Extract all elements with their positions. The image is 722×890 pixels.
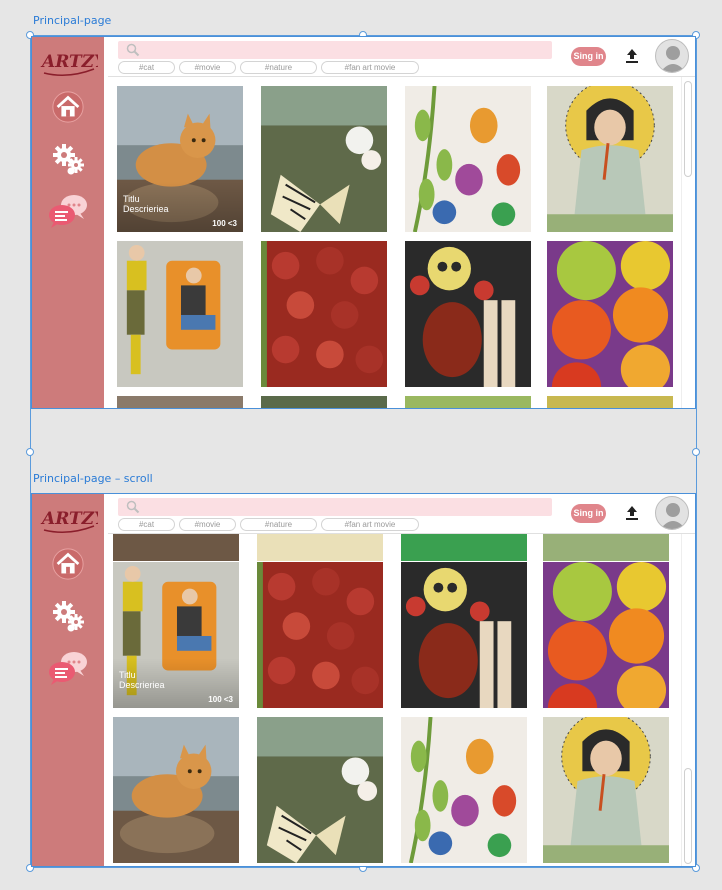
pin-tile-peek[interactable] [260, 395, 388, 408]
pin-likes: 100 <3 [212, 219, 237, 228]
nav-settings-button[interactable] [50, 598, 86, 634]
pin-grid: Titlu Descrieriea 100 <3 [112, 494, 670, 866]
tag-list: #cat #movie #nature #fan art movie [118, 61, 419, 74]
pin-tile-skeleton[interactable] [404, 240, 532, 388]
pin-tile-flowers[interactable] [256, 561, 384, 709]
selection-handle[interactable] [26, 448, 34, 456]
pin-title: Titlu [119, 670, 136, 680]
top-bar: #cat #movie #nature #fan art movie Sing … [108, 37, 695, 77]
scrollbar[interactable] [681, 534, 693, 866]
chat-icon [49, 652, 87, 685]
sidebar: ARTZY [32, 37, 108, 408]
tag-chip[interactable]: #cat [118, 61, 175, 74]
tag-list: #cat #movie #nature #fan art movie [118, 518, 419, 531]
selection-handle[interactable] [692, 448, 700, 456]
settings-gears-icon [53, 144, 84, 175]
pin-tile-girl[interactable] [542, 716, 670, 864]
scrollbar[interactable] [681, 77, 693, 408]
tag-chip[interactable]: #fan art movie [321, 518, 419, 531]
principal-page-scroll-frame: ARTZY [31, 493, 696, 867]
nav-chat-button[interactable] [46, 650, 90, 686]
search-input[interactable] [118, 498, 552, 516]
nav-home-button[interactable] [50, 89, 86, 125]
signin-button[interactable]: Sing in [571, 47, 606, 66]
pin-tile-girl[interactable] [546, 85, 674, 233]
pin-tile-flowers[interactable] [260, 240, 388, 388]
pin-grid: Titlu Descrieriea 100 <3 [116, 85, 674, 408]
nav-home-button[interactable] [50, 546, 86, 582]
avatar[interactable] [655, 39, 689, 73]
scroll-thumb[interactable] [684, 81, 692, 177]
tag-chip[interactable]: #movie [179, 518, 236, 531]
pin-tile-beetles[interactable] [400, 716, 528, 864]
pin-tile-peek[interactable] [116, 395, 244, 408]
scroll-thumb[interactable] [684, 768, 692, 864]
search-input[interactable] [118, 41, 552, 59]
pin-description: Descrieriea [123, 204, 169, 214]
upload-icon[interactable] [625, 505, 639, 521]
pin-tile-peek[interactable] [546, 395, 674, 408]
nav-settings-button[interactable] [50, 141, 86, 177]
pin-tile-citrus[interactable] [546, 240, 674, 388]
pin-title: Titlu [123, 194, 140, 204]
svg-text:ARTZY: ARTZY [40, 52, 98, 72]
avatar[interactable] [655, 496, 689, 530]
pin-tile-man-chair[interactable] [116, 240, 244, 388]
svg-text:ARTZY: ARTZY [40, 509, 98, 529]
search-icon [126, 43, 140, 57]
home-icon [52, 91, 84, 123]
nav-chat-button[interactable] [46, 193, 90, 229]
pin-tile-butterfly[interactable] [256, 716, 384, 864]
pin-tile-butterfly[interactable] [260, 85, 388, 233]
chat-icon [49, 195, 87, 228]
pin-tile-cat[interactable]: Titlu Descrieriea 100 <3 [116, 85, 244, 233]
sidebar: ARTZY [32, 494, 108, 866]
tag-chip[interactable]: #fan art movie [321, 61, 419, 74]
settings-gears-icon [53, 601, 84, 632]
artboard-label-main[interactable]: Principal-page [33, 14, 111, 27]
tag-chip[interactable]: #cat [118, 518, 175, 531]
tag-chip[interactable]: #nature [240, 518, 317, 531]
artzy-logo[interactable]: ARTZY [40, 43, 108, 81]
pin-tile-peek[interactable] [404, 395, 532, 408]
principal-page-frame: ARTZY [31, 36, 696, 409]
pin-tile-cat[interactable] [112, 716, 240, 864]
upload-icon[interactable] [625, 48, 639, 64]
pin-tile-man-chair[interactable]: Titlu Descrieriea 100 <3 [112, 561, 240, 709]
artzy-logo[interactable]: ARTZY [40, 500, 108, 538]
pin-tile-beetles[interactable] [404, 85, 532, 233]
signin-button[interactable]: Sing in [571, 504, 606, 523]
home-icon [52, 548, 84, 580]
pin-tile-skeleton[interactable] [400, 561, 528, 709]
tag-chip[interactable]: #nature [240, 61, 317, 74]
pin-likes: 100 <3 [208, 695, 233, 704]
search-icon [126, 500, 140, 514]
pin-tile-citrus[interactable] [542, 561, 670, 709]
pin-description: Descrieriea [119, 680, 165, 690]
top-bar: #cat #movie #nature #fan art movie Sing … [108, 494, 695, 534]
tag-chip[interactable]: #movie [179, 61, 236, 74]
